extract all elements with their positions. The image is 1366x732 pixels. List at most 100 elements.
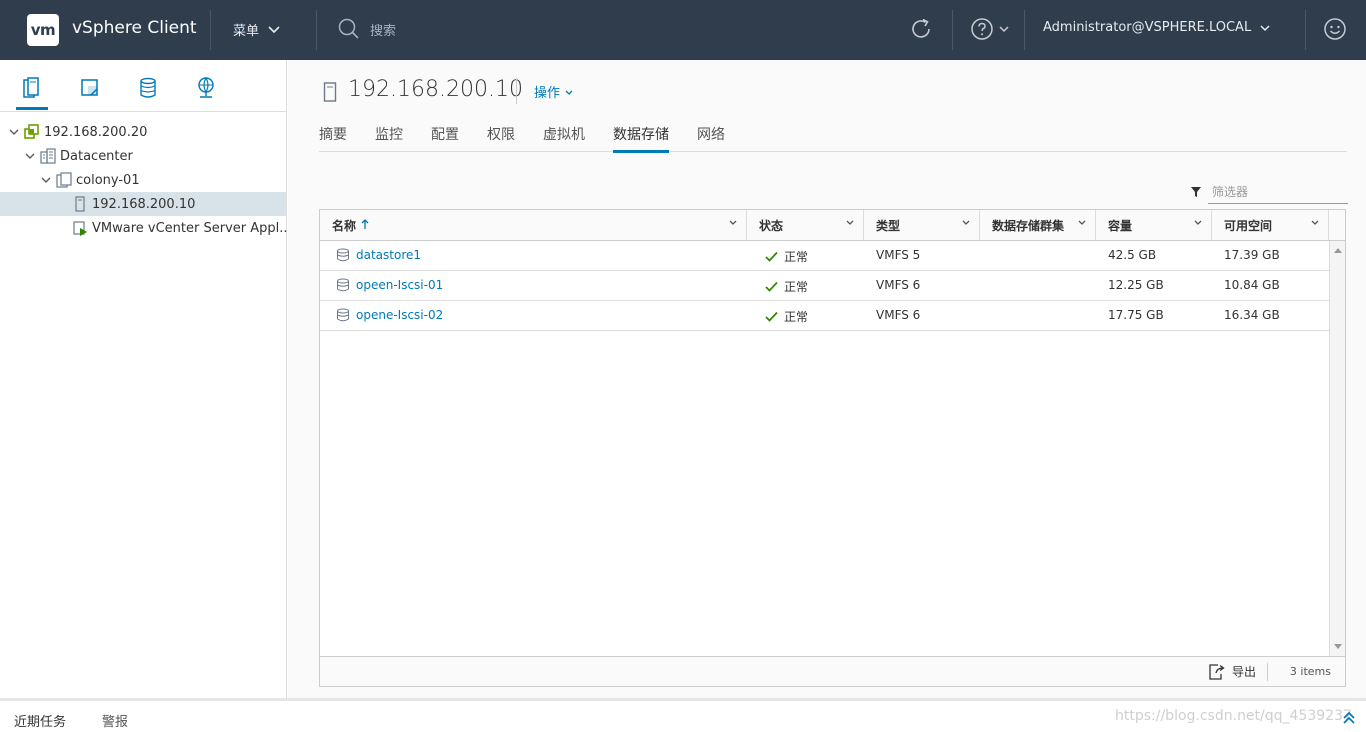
- tab-vms[interactable]: 虚拟机: [543, 116, 585, 152]
- title-divider: [516, 78, 517, 104]
- app-title[interactable]: vSphere Client: [72, 18, 197, 38]
- table-row[interactable]: datastore1 正常 VMFS 5 42.5 GB 17.39 GB: [320, 241, 1329, 271]
- tab-monitor[interactable]: 监控: [375, 116, 403, 152]
- grid-body: datastore1 正常 VMFS 5 42.5 GB 17.39 GB op…: [320, 241, 1345, 656]
- actions-dropdown[interactable]: 操作: [534, 82, 574, 101]
- sort-ascending-icon: [361, 219, 369, 229]
- menu-label: 菜单: [233, 24, 260, 39]
- column-header-cluster[interactable]: 数据存储群集: [980, 210, 1096, 240]
- column-header-type[interactable]: 类型: [864, 210, 980, 240]
- scroll-down-icon[interactable]: [1334, 644, 1342, 650]
- datastore-icon: [337, 248, 349, 262]
- header-divider: [1305, 10, 1306, 50]
- tree-node-label: colony-01: [76, 172, 140, 188]
- chevron-down-icon[interactable]: [6, 126, 22, 138]
- column-header-capacity[interactable]: 容量: [1096, 210, 1212, 240]
- actions-label: 操作: [534, 86, 561, 101]
- column-header-label: 容量: [1108, 219, 1133, 233]
- tab-vms-templates[interactable]: [76, 76, 104, 104]
- column-header-label: 可用空间: [1224, 219, 1273, 233]
- column-header-label: 数据存储群集: [992, 219, 1065, 233]
- global-search[interactable]: 搜索: [338, 18, 396, 40]
- table-row[interactable]: opene-Iscsi-02 正常 VMFS 6 17.75 GB 16.34 …: [320, 301, 1329, 331]
- tab-hosts-clusters[interactable]: [16, 76, 48, 110]
- cell-status: 正常: [747, 271, 864, 300]
- export-button[interactable]: 导出: [1208, 663, 1256, 680]
- chevron-down-icon[interactable]: [1193, 218, 1203, 228]
- chevron-down-icon[interactable]: [845, 218, 855, 228]
- navigator-panel: 192.168.200.20 Datacenter colony-01 192.…: [0, 60, 292, 698]
- cell-name: opeen-Iscsi-01: [320, 271, 747, 300]
- cell-name: datastore1: [320, 241, 747, 270]
- tab-networks[interactable]: 网络: [697, 116, 725, 152]
- grid-footer: 导出 3 items: [320, 656, 1345, 686]
- datastore-link[interactable]: datastore1: [336, 248, 747, 262]
- vmware-logo[interactable]: vm: [27, 14, 59, 46]
- column-header-label: 类型: [876, 219, 901, 233]
- tree-node-label: Datacenter: [60, 148, 133, 164]
- tree-node-vcenter[interactable]: 192.168.200.20: [0, 120, 286, 144]
- status-text: 正常: [784, 280, 809, 294]
- tree-node-datacenter[interactable]: Datacenter: [0, 144, 286, 168]
- user-label: Administrator@VSPHERE.LOCAL: [1043, 20, 1252, 35]
- column-header-label: 名称: [332, 219, 357, 233]
- navigator-tabs: [0, 60, 286, 112]
- feedback-smiley-icon[interactable]: [1323, 17, 1347, 41]
- menu-button[interactable]: 菜单: [233, 20, 281, 39]
- vm-icon: [72, 220, 88, 236]
- tab-recent-tasks[interactable]: 近期任务: [14, 711, 66, 730]
- tab-summary[interactable]: 摘要: [319, 116, 347, 152]
- inventory-tree: 192.168.200.20 Datacenter colony-01 192.…: [0, 112, 292, 240]
- column-header-free-space[interactable]: 可用空间: [1212, 210, 1329, 240]
- check-icon: [765, 281, 778, 292]
- tab-storage[interactable]: [134, 76, 162, 104]
- tree-node-host[interactable]: 192.168.200.10: [0, 192, 286, 216]
- help-menu[interactable]: [970, 17, 1010, 41]
- scroll-up-icon[interactable]: [1334, 247, 1342, 253]
- chevron-down-icon[interactable]: [1077, 218, 1087, 228]
- search-placeholder: 搜索: [370, 23, 397, 39]
- datastore-icon: [337, 308, 349, 322]
- cell-free-space: 10.84 GB: [1224, 278, 1280, 292]
- header-divider: [1024, 10, 1025, 50]
- chevron-down-icon[interactable]: [1310, 218, 1320, 228]
- search-icon: [338, 18, 359, 39]
- chevron-down-icon[interactable]: [38, 174, 54, 186]
- grid-scrollbar[interactable]: [1329, 241, 1345, 656]
- grid-header: 名称 状态 类型 数据存储群集 容量 可用空间: [320, 210, 1345, 241]
- top-header: vm vSphere Client 菜单 搜索 Administrator@VS…: [0, 0, 1366, 60]
- datastore-link[interactable]: opeen-Iscsi-01: [336, 278, 747, 292]
- column-header-name[interactable]: 名称: [320, 210, 747, 240]
- chevron-down-icon: [1260, 24, 1270, 31]
- status-text: 正常: [784, 310, 809, 324]
- tree-node-vm[interactable]: VMware vCenter Server Appl...: [0, 216, 292, 240]
- refresh-icon[interactable]: [908, 16, 934, 42]
- table-row[interactable]: opeen-Iscsi-01 正常 VMFS 6 12.25 GB 10.84 …: [320, 271, 1329, 301]
- tab-networking[interactable]: [192, 76, 220, 104]
- user-menu[interactable]: Administrator@VSPHERE.LOCAL: [1043, 20, 1271, 35]
- cell-name: opene-Iscsi-02: [320, 301, 747, 330]
- chevron-down-icon[interactable]: [22, 150, 38, 162]
- tree-node-cluster[interactable]: colony-01: [0, 168, 286, 192]
- chevron-down-icon: [565, 90, 573, 95]
- tree-node-label: 192.168.200.10: [92, 196, 196, 212]
- column-header-status[interactable]: 状态: [747, 210, 864, 240]
- datastore-link[interactable]: opene-Iscsi-02: [336, 308, 747, 322]
- chevron-down-icon[interactable]: [728, 218, 738, 228]
- filter-icon: [1191, 187, 1201, 197]
- cell-type: VMFS 6: [876, 278, 921, 292]
- storage-icon: [140, 77, 156, 98]
- header-divider: [952, 10, 953, 50]
- column-header-label: 状态: [759, 219, 784, 233]
- cell-status: 正常: [747, 301, 864, 330]
- tab-alarms[interactable]: 警报: [102, 711, 128, 730]
- tab-configure[interactable]: 配置: [431, 116, 459, 152]
- bottom-panel-bar: 近期任务 警报 https://blog.csdn.net/qq_4539237: [0, 698, 1366, 732]
- tab-datastores[interactable]: 数据存储: [613, 116, 669, 153]
- double-chevron-up-icon[interactable]: [1342, 710, 1356, 726]
- filter-input[interactable]: [1208, 180, 1348, 204]
- chevron-down-icon[interactable]: [961, 218, 971, 228]
- tab-permissions[interactable]: 权限: [487, 116, 515, 152]
- filter-box: [1190, 180, 1348, 204]
- cell-capacity: 17.75 GB: [1108, 308, 1164, 322]
